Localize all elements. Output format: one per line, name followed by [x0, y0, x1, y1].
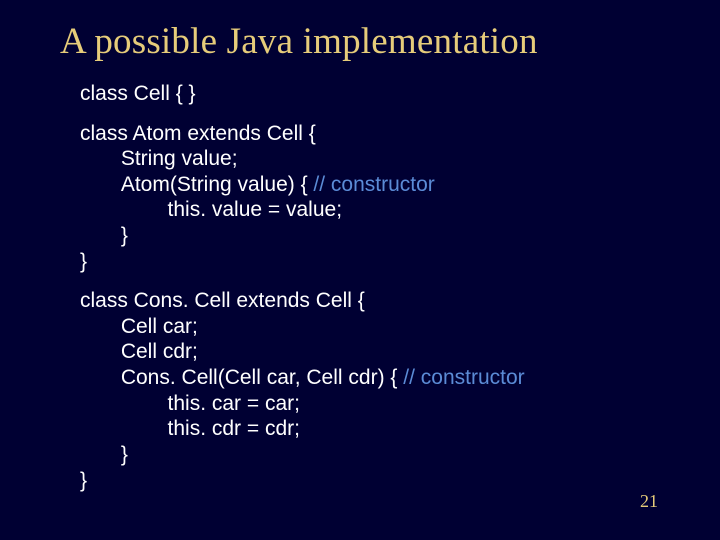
code-block-3: class Cons. Cell extends Cell { Cell car…: [80, 288, 680, 493]
code-line: }: [80, 223, 680, 249]
slide-title: A possible Java implementation: [60, 20, 680, 63]
code-line: Cell cdr;: [80, 339, 680, 365]
code-line: String value;: [80, 146, 680, 172]
code-line: class Atom extends Cell {: [80, 121, 680, 147]
code-line: this. car = car;: [80, 391, 680, 417]
code-line: class Cons. Cell extends Cell {: [80, 288, 680, 314]
slide: A possible Java implementation class Cel…: [0, 0, 720, 540]
code-comment: // constructor: [403, 366, 524, 389]
code-line: }: [80, 249, 680, 275]
code-block-2: class Atom extends Cell { String value; …: [80, 121, 680, 275]
code-comment: // constructor: [313, 173, 434, 196]
code-line: Atom(String value) { // constructor: [80, 172, 680, 198]
code-line: Cell car;: [80, 314, 680, 340]
code-text: Cons. Cell(Cell car, Cell cdr) {: [80, 366, 403, 389]
code-line: class Cell { }: [80, 81, 680, 107]
code-line: this. value = value;: [80, 197, 680, 223]
code-line: Cons. Cell(Cell car, Cell cdr) { // cons…: [80, 365, 680, 391]
code-line: }: [80, 442, 680, 468]
code-block-1: class Cell { }: [80, 81, 680, 107]
code-line: }: [80, 468, 680, 494]
code-line: this. cdr = cdr;: [80, 416, 680, 442]
page-number: 21: [640, 491, 658, 512]
code-text: Atom(String value) {: [80, 173, 313, 196]
